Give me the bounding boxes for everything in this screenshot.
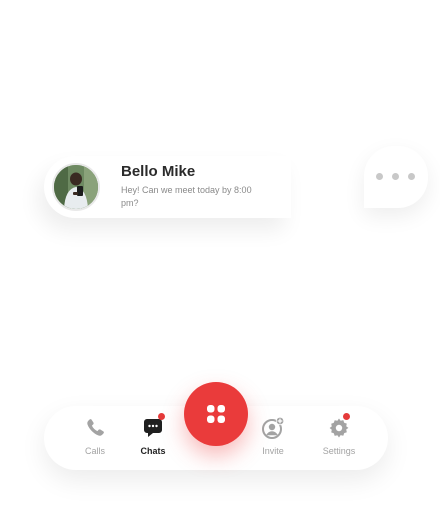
message-preview: Hey! Can we meet today by 8:00 pm?: [121, 185, 252, 208]
add-user-icon: [261, 416, 285, 440]
contact-name: Bello Mike: [121, 163, 196, 180]
typing-dot: [408, 173, 415, 180]
typing-indicator: [364, 146, 428, 208]
typing-dot: [392, 173, 399, 180]
nav-item-settings[interactable]: Settings: [309, 413, 369, 464]
typing-dot: [376, 173, 383, 180]
nav-item-chats[interactable]: Chats: [123, 413, 183, 464]
chat-bubble-icon: [141, 413, 165, 440]
nav-label-invite: Invite: [262, 446, 284, 456]
screen: Bello Mike Hey! Can we meet today by 8:0…: [0, 0, 440, 506]
settings-notification-badge: [343, 413, 350, 420]
nav-item-invite[interactable]: Invite: [243, 416, 303, 464]
chats-notification-badge: [158, 413, 165, 420]
avatar[interactable]: [52, 163, 100, 211]
nav-label-calls: Calls: [84, 446, 105, 456]
nav-item-calls[interactable]: Calls: [65, 416, 125, 464]
nav-label-settings: Settings: [322, 446, 356, 456]
phone-icon: [83, 416, 107, 440]
typing-dots-icon: [376, 173, 415, 180]
apps-button[interactable]: [184, 382, 248, 446]
message-card[interactable]: Bello Mike Hey! Can we meet today by 8:0…: [44, 156, 291, 218]
grid-apps-icon: [207, 405, 225, 423]
gear-icon: [327, 413, 351, 440]
nav-label-chats: Chats: [140, 446, 166, 456]
